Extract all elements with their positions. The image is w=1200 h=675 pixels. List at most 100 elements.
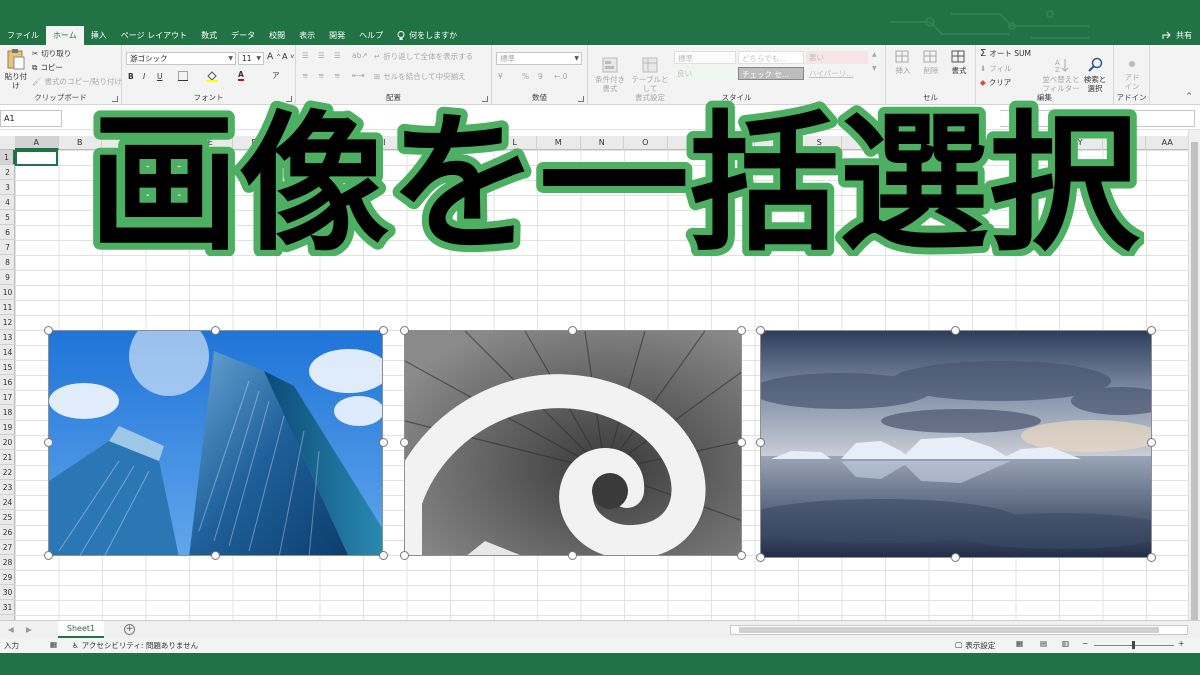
indent-button[interactable]: ⇤⇥ (352, 71, 365, 80)
picture-spiral-staircase[interactable] (404, 330, 742, 556)
row-header[interactable]: 27 (0, 540, 15, 555)
accessibility-status[interactable]: ♿ アクセシビリティ: 問題ありません (72, 640, 198, 651)
decrease-font-button[interactable]: Av (282, 52, 294, 61)
resize-handle-n[interactable] (951, 326, 960, 335)
fill-color-button[interactable] (206, 70, 218, 82)
cut-button[interactable]: ✂ 切り取り (32, 48, 71, 59)
sheet-tab-sheet1[interactable]: Sheet1 (58, 621, 104, 638)
row-header[interactable]: 13 (0, 330, 15, 345)
font-color-button[interactable]: A (238, 70, 244, 81)
align-left-button[interactable]: ≡ (302, 71, 308, 80)
row-header[interactable]: 8 (0, 255, 15, 270)
row-header[interactable]: 31 (0, 600, 15, 615)
percent-button[interactable]: % (522, 72, 529, 81)
tab-home[interactable]: ホーム (46, 26, 84, 45)
active-cell[interactable] (15, 150, 58, 166)
zoom-in-button[interactable]: + (1178, 639, 1184, 648)
row-header[interactable]: 3 (0, 180, 15, 195)
tab-review[interactable]: 校閲 (262, 26, 292, 45)
normal-view-icon[interactable]: ▦ (1016, 639, 1023, 648)
decimal-button[interactable]: ←.0 (554, 72, 567, 81)
row-header[interactable]: 21 (0, 450, 15, 465)
resize-handle-w[interactable] (400, 438, 409, 447)
share-button[interactable]: 共有 (1162, 30, 1192, 41)
resize-handle-sw[interactable] (44, 551, 53, 560)
borders-button[interactable] (178, 71, 188, 81)
tab-view[interactable]: 表示 (292, 26, 322, 45)
horizontal-scrollbar[interactable] (730, 625, 1188, 635)
wrap-text-button[interactable]: ↵ 折り返して全体を表示する (374, 51, 473, 62)
picture-iceberg-lake[interactable] (760, 330, 1152, 558)
resize-handle-w[interactable] (756, 438, 765, 447)
tab-formulas[interactable]: 数式 (194, 26, 224, 45)
style-normal[interactable]: 標準 (674, 51, 736, 64)
top-align-button[interactable]: ☰ (302, 51, 309, 60)
row-header[interactable]: 9 (0, 270, 15, 285)
row-header[interactable]: 30 (0, 585, 15, 600)
row-header[interactable]: 29 (0, 570, 15, 585)
style-neutral[interactable]: どちらでも... (738, 51, 804, 64)
resize-handle-n[interactable] (568, 326, 577, 335)
name-box[interactable]: A1 (0, 110, 62, 127)
row-header[interactable]: 2 (0, 165, 15, 180)
format-cells-button[interactable]: 書式 (946, 48, 972, 75)
resize-handle-nw[interactable] (756, 326, 765, 335)
resize-handle-s[interactable] (211, 551, 220, 560)
row-header[interactable]: 15 (0, 360, 15, 375)
tab-insert[interactable]: 挿入 (84, 26, 114, 45)
page-break-view-icon[interactable]: ▥ (1062, 639, 1069, 648)
font-name-select[interactable]: 游ゴシック ▼ (126, 52, 236, 65)
format-painter-button[interactable]: 🖌 書式のコピー/貼り付け (32, 76, 122, 87)
resize-handle-e[interactable] (737, 438, 746, 447)
tab-data[interactable]: データ (224, 26, 262, 45)
zoom-out-button[interactable]: − (1082, 639, 1088, 648)
row-header[interactable]: 5 (0, 210, 15, 225)
resize-handle-e[interactable] (1147, 438, 1156, 447)
prev-sheet-button[interactable]: ◀ (8, 625, 14, 634)
tell-me-search[interactable]: 何をしますか (390, 26, 464, 45)
row-header[interactable]: 19 (0, 420, 15, 435)
resize-handle-s[interactable] (951, 553, 960, 562)
merge-center-button[interactable]: ⊞ セルを結合して中央揃え (374, 71, 466, 82)
row-header[interactable]: 25 (0, 510, 15, 525)
style-hyperlink[interactable]: ハイパーリ... (806, 67, 868, 80)
tab-page-layout[interactable]: ページ レイアウト (114, 26, 194, 45)
resize-handle-n[interactable] (211, 326, 220, 335)
resize-handle-se[interactable] (1147, 553, 1156, 562)
tab-developer[interactable]: 開発 (322, 26, 352, 45)
vertical-scroll-thumb[interactable] (1191, 142, 1198, 622)
row-header[interactable]: 24 (0, 495, 15, 510)
align-center-button[interactable]: ≡ (318, 71, 324, 80)
row-header[interactable]: 18 (0, 405, 15, 420)
resize-handle-ne[interactable] (379, 326, 388, 335)
copy-button[interactable]: ⧉ コピー (32, 62, 63, 73)
italic-button[interactable]: I (143, 72, 145, 81)
resize-handle-w[interactable] (44, 438, 53, 447)
style-bad[interactable]: 悪い (806, 51, 868, 64)
resize-handle-se[interactable] (379, 551, 388, 560)
comma-button[interactable]: 9 (538, 72, 543, 81)
row-header[interactable]: 17 (0, 390, 15, 405)
row-header[interactable]: 7 (0, 240, 15, 255)
display-settings-button[interactable]: 🖵 表示設定 (955, 640, 995, 651)
align-right-button[interactable]: ≡ (334, 71, 340, 80)
row-header[interactable]: 22 (0, 465, 15, 480)
row-header[interactable]: 20 (0, 435, 15, 450)
column-header[interactable]: A (15, 136, 59, 150)
resize-handle-s[interactable] (568, 551, 577, 560)
resize-handle-se[interactable] (737, 551, 746, 560)
column-header[interactable]: AA (1146, 136, 1190, 150)
tab-help[interactable]: ヘルプ (352, 26, 390, 45)
resize-handle-ne[interactable] (1147, 326, 1156, 335)
zoom-slider-thumb[interactable] (1132, 641, 1135, 649)
resize-handle-ne[interactable] (737, 326, 746, 335)
orientation-button[interactable]: ab↗ (352, 51, 368, 60)
paste-button[interactable]: 貼り付け (2, 48, 30, 90)
resize-handle-sw[interactable] (400, 551, 409, 560)
row-header[interactable]: 28 (0, 555, 15, 570)
font-size-select[interactable]: 11 ▼ (238, 52, 264, 65)
row-header[interactable]: 23 (0, 480, 15, 495)
row-header[interactable]: 14 (0, 345, 15, 360)
row-header[interactable]: 12 (0, 315, 15, 330)
row-header[interactable]: 26 (0, 525, 15, 540)
